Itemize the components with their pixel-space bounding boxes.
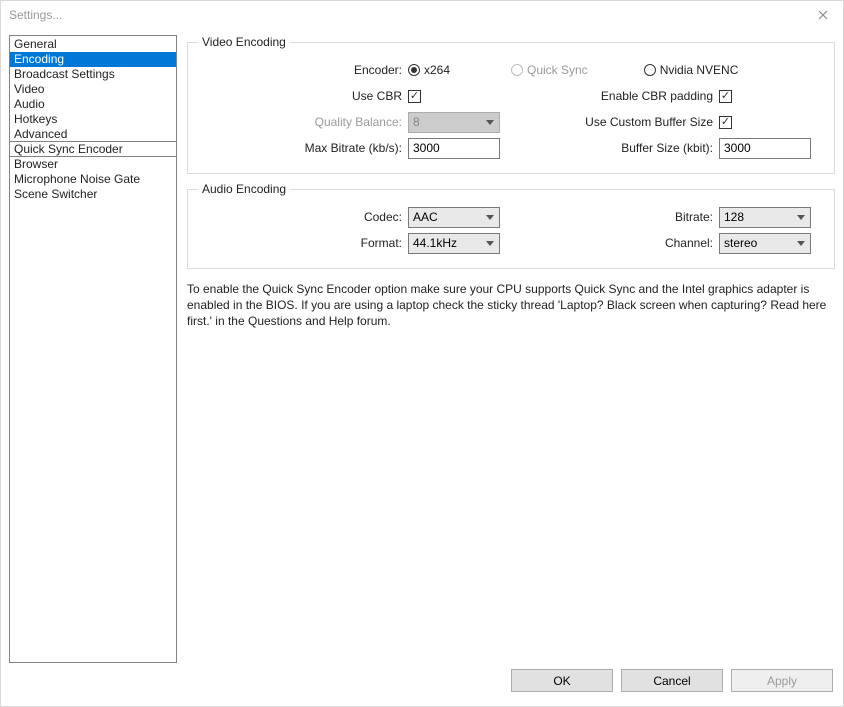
format-select[interactable] <box>408 233 500 254</box>
encoder-radio-nvenc[interactable]: Nvidia NVENC <box>644 63 739 77</box>
channel-select[interactable] <box>719 233 811 254</box>
use-cbr-checkbox[interactable]: ✓ <box>408 90 421 103</box>
max-bitrate-input[interactable] <box>408 138 500 159</box>
use-cbr-label: Use CBR <box>198 89 408 103</box>
sidebar-item-browser[interactable]: Browser <box>10 157 176 172</box>
sidebar-item-encoding[interactable]: Encoding <box>10 52 176 67</box>
sidebar-item-microphone-noise-gate[interactable]: Microphone Noise Gate <box>10 172 176 187</box>
audio-bitrate-select[interactable] <box>719 207 811 228</box>
dialog-button-bar: OK Cancel Apply <box>1 663 843 702</box>
sidebar-item-general[interactable]: General <box>10 37 176 52</box>
enable-cbr-padding-checkbox[interactable]: ✓ <box>719 90 732 103</box>
sidebar-item-quick-sync-encoder[interactable]: Quick Sync Encoder <box>10 142 176 157</box>
encoder-row: Encoder: x264 Quick Sync Nvidia NVENC <box>198 57 824 83</box>
window-title: Settings... <box>9 8 811 22</box>
encoder-label: Encoder: <box>198 63 408 77</box>
buffer-size-label: Buffer Size (kbit): <box>511 141 719 155</box>
codec-label: Codec: <box>198 210 408 224</box>
radio-icon <box>511 64 523 76</box>
category-sidebar[interactable]: GeneralEncodingBroadcast SettingsVideoAu… <box>9 35 177 663</box>
sidebar-item-advanced[interactable]: Advanced <box>10 127 176 142</box>
sidebar-item-hotkeys[interactable]: Hotkeys <box>10 112 176 127</box>
sidebar-item-video[interactable]: Video <box>10 82 176 97</box>
content-area: GeneralEncodingBroadcast SettingsVideoAu… <box>1 29 843 663</box>
encoder-radio-quicksync: Quick Sync <box>511 63 588 77</box>
channel-label: Channel: <box>511 236 719 250</box>
buffer-size-input[interactable] <box>719 138 811 159</box>
quality-balance-select <box>408 112 500 133</box>
use-custom-buffer-label: Use Custom Buffer Size <box>511 115 719 129</box>
radio-icon <box>408 64 420 76</box>
video-encoding-group: Video Encoding Encoder: x264 Quick Sync <box>187 35 835 174</box>
enable-cbr-padding-label: Enable CBR padding <box>511 89 719 103</box>
encoder-radio-x264[interactable]: x264 <box>408 63 450 77</box>
audio-bitrate-label: Bitrate: <box>511 210 719 224</box>
settings-panel: Video Encoding Encoder: x264 Quick Sync <box>177 35 835 663</box>
max-bitrate-label: Max Bitrate (kb/s): <box>198 141 408 155</box>
close-button[interactable] <box>811 3 835 27</box>
sidebar-item-broadcast-settings[interactable]: Broadcast Settings <box>10 67 176 82</box>
apply-button: Apply <box>731 669 833 692</box>
sidebar-item-scene-switcher[interactable]: Scene Switcher <box>10 187 176 202</box>
cancel-button[interactable]: Cancel <box>621 669 723 692</box>
video-encoding-legend: Video Encoding <box>198 35 290 49</box>
audio-encoding-group: Audio Encoding Codec: Bitrate: F <box>187 182 835 269</box>
info-text: To enable the Quick Sync Encoder option … <box>187 281 835 330</box>
ok-button[interactable]: OK <box>511 669 613 692</box>
quality-balance-label: Quality Balance: <box>198 115 408 129</box>
sidebar-item-audio[interactable]: Audio <box>10 97 176 112</box>
radio-icon <box>644 64 656 76</box>
audio-encoding-legend: Audio Encoding <box>198 182 290 196</box>
format-label: Format: <box>198 236 408 250</box>
codec-select[interactable] <box>408 207 500 228</box>
use-custom-buffer-checkbox[interactable]: ✓ <box>719 116 732 129</box>
titlebar: Settings... <box>1 1 843 29</box>
